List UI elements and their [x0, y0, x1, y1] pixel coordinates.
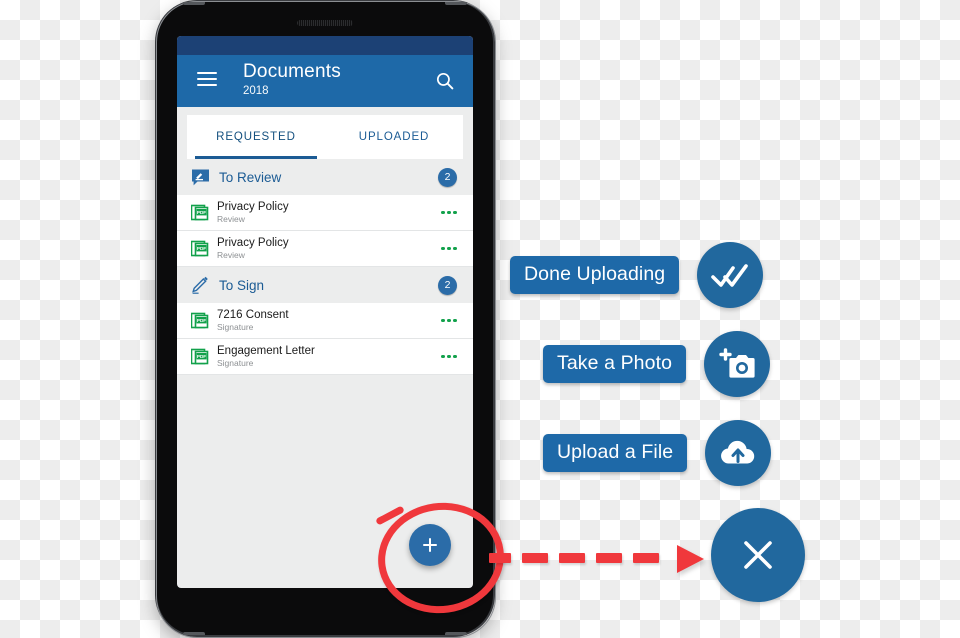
page-title: Documents	[243, 61, 341, 82]
group-label: To Review	[219, 169, 282, 185]
list-item-title: 7216 Consent	[217, 308, 289, 321]
tab-uploaded[interactable]: UPLOADED	[325, 115, 463, 159]
list-item-subtitle: Review	[217, 214, 245, 224]
group-label: To Sign	[219, 277, 265, 293]
phone-antenna-band-top-right	[445, 2, 467, 5]
status-bar	[177, 36, 473, 55]
list-item-text: Engagement Letter Signature	[217, 344, 441, 368]
list-item[interactable]: PDF 7216 Consent Signature	[177, 303, 473, 339]
phone-antenna-band-bottom-left	[183, 632, 205, 635]
list-item[interactable]: PDF Privacy Policy Review	[177, 195, 473, 231]
overflow-menu-icon[interactable]	[441, 318, 457, 323]
list-item-title: Privacy Policy	[217, 200, 289, 213]
action-done-uploading: Done Uploading	[510, 242, 764, 308]
pdf-file-icon: PDF	[191, 204, 209, 221]
svg-text:PDF: PDF	[197, 246, 206, 251]
action-label-done-uploading[interactable]: Done Uploading	[510, 256, 680, 294]
search-icon[interactable]	[435, 71, 455, 91]
overflow-menu-icon[interactable]	[441, 354, 457, 359]
phone-antenna-band-top-left	[183, 2, 205, 5]
page-subtitle: 2018	[243, 85, 269, 97]
list-empty-space	[177, 375, 473, 509]
list-item-subtitle: Signature	[217, 358, 254, 368]
done-uploading-button[interactable]	[697, 242, 764, 308]
list-item-text: 7216 Consent Signature	[217, 308, 441, 332]
pdf-file-icon: PDF	[191, 312, 209, 329]
take-a-photo-button[interactable]	[704, 331, 771, 397]
list-item[interactable]: PDF Engagement Letter Signature	[177, 339, 473, 375]
group-header-to-sign[interactable]: To Sign 2	[177, 267, 473, 303]
status-badge: 2	[438, 167, 457, 187]
overflow-menu-icon[interactable]	[441, 246, 457, 251]
svg-text:PDF: PDF	[197, 210, 206, 215]
action-upload-a-file: Upload a File	[543, 420, 772, 486]
pencil-sign-icon	[191, 276, 210, 295]
svg-text:PDF: PDF	[197, 318, 206, 323]
cloud-upload-icon	[718, 438, 758, 468]
red-arrow-head	[677, 545, 704, 573]
group-header-to-review[interactable]: To Review 2	[177, 159, 473, 195]
tab-requested[interactable]: REQUESTED	[187, 115, 325, 159]
close-button[interactable]	[711, 508, 805, 602]
status-badge: 2	[438, 275, 457, 295]
list-item-subtitle: Signature	[217, 322, 254, 332]
list-item-title: Privacy Policy	[217, 236, 289, 249]
document-list: To Review 2 PDF Privacy Policy Review PD…	[177, 159, 473, 509]
hamburger-menu-icon[interactable]	[197, 72, 217, 87]
app-bar-titles: Documents 2018	[243, 60, 341, 98]
list-item-text: Privacy Policy Review	[217, 200, 441, 224]
red-dashed-arrow	[489, 545, 704, 573]
list-item-subtitle: Review	[217, 250, 245, 260]
double-check-icon	[711, 260, 749, 290]
action-close	[711, 508, 805, 602]
phone-earpiece-speaker	[297, 20, 353, 26]
pdf-file-icon: PDF	[191, 240, 209, 257]
tab-bar-container: REQUESTED UPLOADED	[177, 107, 473, 159]
canvas: Documents 2018 REQUESTED UPLOADED To Rev…	[0, 0, 960, 638]
overflow-menu-icon[interactable]	[441, 210, 457, 215]
svg-text:PDF: PDF	[197, 354, 206, 359]
review-comment-icon	[191, 168, 210, 187]
pdf-file-icon: PDF	[191, 348, 209, 365]
camera-add-icon	[718, 347, 756, 381]
list-item-title: Engagement Letter	[217, 344, 315, 357]
list-item-text: Privacy Policy Review	[217, 236, 441, 260]
app-bar: Documents 2018	[177, 55, 473, 107]
action-label-upload-a-file[interactable]: Upload a File	[543, 434, 688, 472]
close-x-icon	[740, 537, 776, 573]
tab-bar: REQUESTED UPLOADED	[187, 115, 463, 159]
list-item[interactable]: PDF Privacy Policy Review	[177, 231, 473, 267]
action-label-take-a-photo[interactable]: Take a Photo	[543, 345, 687, 383]
phone-antenna-band-bottom-right	[445, 632, 467, 635]
action-take-a-photo: Take a Photo	[543, 331, 771, 397]
upload-a-file-button[interactable]	[705, 420, 772, 486]
